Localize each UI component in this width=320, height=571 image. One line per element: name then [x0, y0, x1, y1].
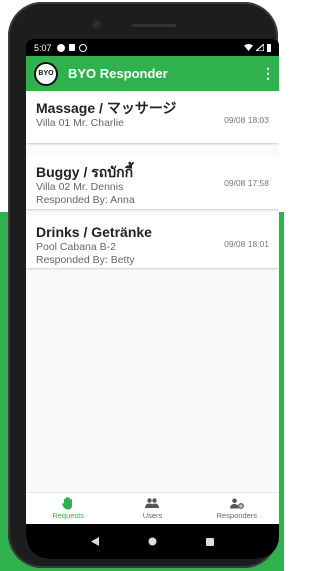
request-responded-by: Responded By: Betty: [36, 254, 135, 266]
phone-frame: 5:07 BYO BYO Responder ⋮ Massage / マッサージ…: [8, 2, 279, 568]
nav-label-users: Users: [142, 511, 163, 520]
request-card[interactable]: Massage / マッサージ Villa 01 Mr. Charlie 09/…: [26, 91, 279, 143]
users-icon: [145, 497, 160, 509]
status-bar: 5:07: [26, 39, 279, 56]
nav-item-requests[interactable]: Requests: [26, 493, 110, 524]
battery-icon: [267, 43, 271, 52]
screen: 5:07 BYO BYO Responder ⋮ Massage / マッサージ…: [26, 39, 279, 559]
notification-dot-icon: [56, 43, 65, 52]
request-time: 09/08 17:58: [224, 178, 269, 188]
nav-label-responders: Responders: [216, 511, 258, 520]
request-card[interactable]: Drinks / Getränke Pool Cabana B-2 Respon…: [26, 215, 279, 268]
nav-item-users[interactable]: Users: [110, 493, 194, 524]
request-time: 09/08 18:01: [224, 239, 269, 249]
back-icon[interactable]: [90, 537, 99, 546]
app-bar: BYO BYO Responder ⋮: [26, 56, 279, 91]
app-logo: BYO: [34, 61, 58, 86]
status-time: 5:07: [34, 42, 52, 53]
front-camera: [92, 20, 101, 29]
system-navigation-bar: [26, 524, 279, 559]
nav-label-requests: Requests: [52, 511, 84, 520]
request-time: 09/08 18:03: [224, 115, 269, 125]
logo-text: BYO: [38, 70, 54, 77]
recents-icon[interactable]: [206, 537, 215, 546]
hand-icon: [62, 496, 74, 509]
request-card[interactable]: Buggy / รถบักกี้ Villa 02 Mr. Dennis Res…: [26, 155, 279, 209]
home-icon[interactable]: [148, 537, 157, 546]
responder-settings-icon: [229, 497, 244, 509]
request-list: Massage / マッサージ Villa 01 Mr. Charlie 09/…: [26, 91, 279, 268]
bottom-navigation: Requests Users Responders: [26, 492, 279, 524]
wifi-icon: [244, 44, 253, 51]
more-menu-icon[interactable]: ⋮: [261, 65, 275, 82]
sim-card-icon: [68, 44, 75, 51]
request-responded-by: Responded By: Anna: [36, 194, 135, 206]
earpiece-speaker: [132, 24, 176, 27]
app-title: BYO Responder: [68, 66, 168, 81]
nav-item-responders[interactable]: Responders: [195, 493, 279, 524]
signal-icon: [256, 44, 264, 51]
sync-icon: [78, 43, 87, 52]
